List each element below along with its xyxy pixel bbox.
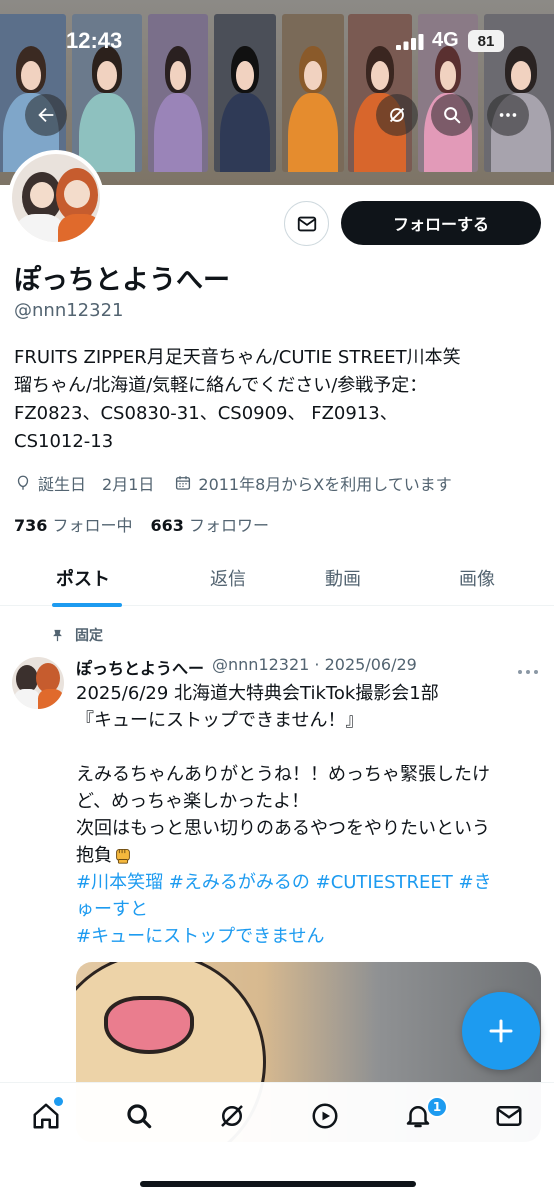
pinned-label: 固定: [75, 628, 103, 644]
nav-search[interactable]: [122, 1099, 156, 1133]
profile-handle: @nnn12321: [14, 300, 124, 321]
plus-icon: [489, 1019, 513, 1043]
post-line-wrap: 抱負: [76, 842, 546, 869]
following-count: 736: [14, 516, 48, 535]
post-line: 『キューにストップできません！』: [76, 710, 364, 731]
bio-line: FZ0823、CS0830-31、CS0909、 FZ0913、: [14, 403, 398, 424]
back-button[interactable]: [25, 94, 67, 136]
nav-video[interactable]: [308, 1099, 342, 1133]
tab-media[interactable]: 画像: [459, 565, 495, 591]
hashtag-line[interactable]: ゅーすと: [76, 896, 546, 923]
following-label: フォロー中: [52, 516, 133, 535]
joined-item: 2011年8月からXを利用しています: [174, 471, 452, 495]
raised-fist-icon: [116, 848, 130, 864]
bio-line: FRUITS ZIPPER月足天音ちゃん/CUTIE STREET川本笑: [14, 347, 461, 368]
grok-button[interactable]: [376, 94, 418, 136]
status-bar: 12:43 4G 81: [0, 26, 554, 60]
post-line: 抱負: [76, 845, 112, 866]
media-illustration-mouth: [104, 996, 194, 1054]
search-button[interactable]: [431, 94, 473, 136]
battery-indicator: 81: [468, 30, 504, 52]
profile-bio: FRUITS ZIPPER月足天音ちゃん/CUTIE STREET川本笑 瑠ちゃ…: [14, 344, 544, 456]
compose-post-button[interactable]: [462, 992, 540, 1070]
envelope-icon: [297, 216, 316, 231]
messages-icon: [496, 1106, 522, 1126]
profile-tabs: ポスト 返信 動画 画像: [0, 548, 554, 607]
hashtag-line[interactable]: #川本笑瑠 #えみるがみるの #CUTIESTREET #き: [76, 869, 546, 896]
follow-button[interactable]: フォローする: [341, 201, 541, 245]
followers-label: フォロワー: [189, 516, 270, 535]
search-icon: [444, 107, 461, 124]
profile-meta: 誕生日 2月1日 2011年8月からXを利用しています: [14, 471, 472, 495]
post-avatar[interactable]: [12, 657, 64, 709]
tab-replies[interactable]: 返信: [210, 565, 246, 591]
post-line: 次回はもっと思い切りのあるやつをやりたいという: [76, 818, 490, 839]
home-indicator: [140, 1181, 416, 1187]
post-author-meta: @nnn12321 · 2025/06/29: [212, 655, 417, 674]
post-line: 2025/6/29 北海道大特典会TikTok撮影会1部: [76, 683, 439, 704]
followers-link[interactable]: 663 フォロワー: [151, 512, 270, 536]
notification-badge: 1: [426, 1096, 448, 1118]
post-more-button[interactable]: [516, 657, 540, 681]
grok-icon: [389, 107, 405, 123]
more-horizontal-icon: [518, 670, 538, 674]
post-line: えみるちゃんありがとうね！！めっちゃ緊張したけ: [76, 764, 490, 785]
calendar-icon: [176, 476, 191, 490]
grok-icon: [221, 1105, 243, 1127]
post-text: 2025/6/29 北海道大特典会TikTok撮影会1部 『キューにストップでき…: [76, 680, 546, 950]
post-author-name[interactable]: ぽっちとようへー: [76, 655, 204, 679]
bio-line: CS1012-13: [14, 431, 114, 452]
joined-date: 2011年8月からXを利用しています: [198, 475, 452, 494]
birthday-value: 2月1日: [102, 475, 155, 494]
back-arrow-icon: [38, 107, 54, 123]
pin-icon: [53, 629, 62, 641]
profile-avatar[interactable]: [8, 150, 104, 246]
post-blank-line: [76, 734, 546, 761]
birthday-label: 誕生日: [38, 475, 87, 494]
tab-videos[interactable]: 動画: [325, 565, 361, 591]
followers-count: 663: [150, 516, 184, 535]
pinned-indicator: 固定: [50, 625, 103, 645]
hashtag-line[interactable]: #キューにストップできません: [76, 923, 546, 950]
follow-counts: 736 フォロー中 663 フォロワー: [14, 512, 287, 536]
status-time: 12:43: [66, 28, 123, 53]
tab-posts[interactable]: ポスト: [56, 565, 110, 591]
nav-messages[interactable]: [492, 1099, 526, 1133]
search-icon: [127, 1104, 152, 1129]
home-unread-dot: [54, 1097, 63, 1106]
post-line: ど、めっちゃ楽しかったよ！: [76, 791, 310, 812]
network-type: 4G: [432, 29, 459, 51]
profile-name: ぽっちとようへー: [14, 265, 230, 296]
more-horizontal-icon: [499, 113, 517, 117]
balloon-icon: [17, 475, 29, 490]
more-button[interactable]: [487, 94, 529, 136]
post-header: ぽっちとようへー @nnn12321 · 2025/06/29: [76, 655, 417, 679]
signal-icon: [396, 34, 424, 50]
message-button[interactable]: [284, 201, 329, 246]
bio-line: 瑠ちゃん/北海道/気軽に絡んでください/参戦予定：: [14, 375, 428, 396]
active-tab-indicator: [52, 603, 122, 607]
birthday-item: 誕生日 2月1日: [14, 471, 154, 495]
nav-grok[interactable]: [215, 1099, 249, 1133]
video-icon: [312, 1103, 338, 1129]
following-link[interactable]: 736 フォロー中: [14, 512, 133, 536]
